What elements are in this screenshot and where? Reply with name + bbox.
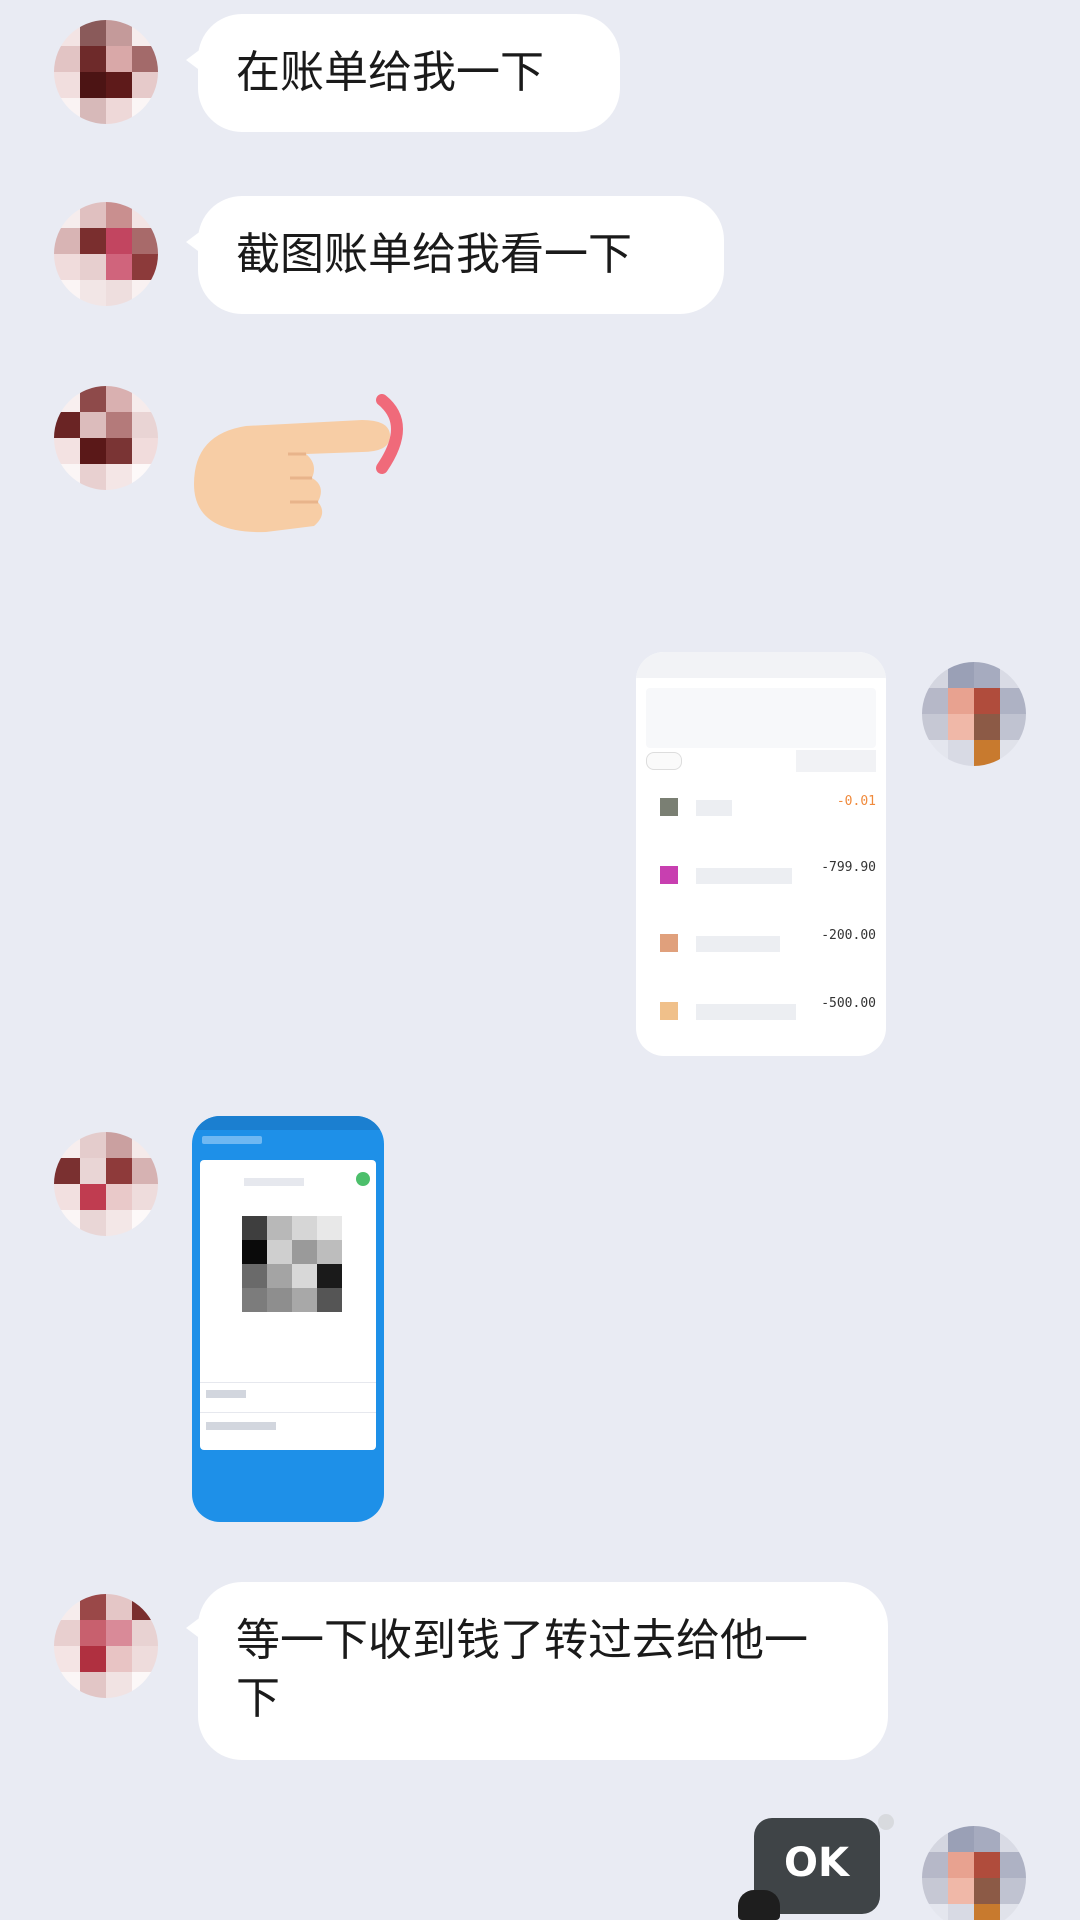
- message-text: 在账单给我一下: [236, 47, 544, 98]
- bill-category-icon: [660, 1002, 678, 1020]
- chat-window: 在账单给我一下 截图账单给我看一下 -0.01 -799.90 -200.00 …: [0, 0, 1080, 1920]
- screenshot-title-blur: [202, 1136, 262, 1144]
- my-avatar[interactable]: [922, 1826, 1026, 1920]
- bill-category-icon: [660, 866, 678, 884]
- screenshot-option-blur: [206, 1422, 276, 1430]
- screenshot-summary-blur: [796, 750, 876, 772]
- screenshot-option-blur: [206, 1390, 246, 1398]
- my-avatar[interactable]: [922, 662, 1026, 766]
- screenshot-name-blur: [244, 1178, 304, 1186]
- pointing-finger-sticker[interactable]: [186, 394, 410, 544]
- contact-avatar[interactable]: [54, 202, 158, 306]
- bill-amount: -0.01: [836, 794, 876, 809]
- bill-category-icon: [660, 798, 678, 816]
- contact-avatar[interactable]: [54, 1594, 158, 1698]
- bill-amount: -799.90: [821, 860, 876, 875]
- qr-code-blur: [242, 1216, 342, 1312]
- bill-merchant-blur: [696, 868, 792, 884]
- bill-category-icon: [660, 934, 678, 952]
- bill-merchant-blur: [696, 800, 732, 816]
- divider: [200, 1382, 376, 1383]
- message-bubble[interactable]: 截图账单给我看一下: [186, 196, 724, 314]
- bill-merchant-blur: [696, 1004, 796, 1020]
- bill-row: -500.00: [636, 990, 886, 1030]
- bill-merchant-blur: [696, 936, 780, 952]
- message-text: 等一下收到钱了转过去给他一下: [236, 1615, 808, 1724]
- contact-avatar[interactable]: [54, 386, 158, 490]
- screenshot-status-bar: [636, 652, 886, 678]
- cat-paw-icon: [738, 1890, 780, 1920]
- screenshot-status-bar: [192, 1116, 384, 1130]
- contact-avatar[interactable]: [54, 20, 158, 124]
- message-text: 截图账单给我看一下: [236, 229, 632, 280]
- bill-row: -799.90: [636, 854, 886, 894]
- screenshot-header-block: [646, 688, 876, 748]
- screenshot-qr-card: [200, 1160, 376, 1450]
- bill-row: -200.00: [636, 922, 886, 962]
- pointing-finger-icon: [194, 394, 403, 533]
- bill-screenshot-image[interactable]: -0.01 -799.90 -200.00 -500.00: [636, 652, 886, 1056]
- ok-sticker-text: OK: [784, 1840, 849, 1886]
- qr-code-screenshot-image[interactable]: [192, 1116, 384, 1522]
- contact-avatar[interactable]: [54, 1132, 158, 1236]
- bill-row: -0.01: [636, 786, 886, 826]
- sparkle-icon: [878, 1814, 894, 1830]
- message-bubble[interactable]: 在账单给我一下: [186, 14, 620, 132]
- bill-amount: -500.00: [821, 996, 876, 1011]
- message-bubble[interactable]: 等一下收到钱了转过去给他一下: [186, 1582, 888, 1760]
- screenshot-filter-chip: [646, 752, 682, 770]
- divider: [200, 1412, 376, 1413]
- bill-amount: -200.00: [821, 928, 876, 943]
- ok-sticker[interactable]: OK: [738, 1812, 898, 1920]
- phone-icon: [356, 1172, 370, 1186]
